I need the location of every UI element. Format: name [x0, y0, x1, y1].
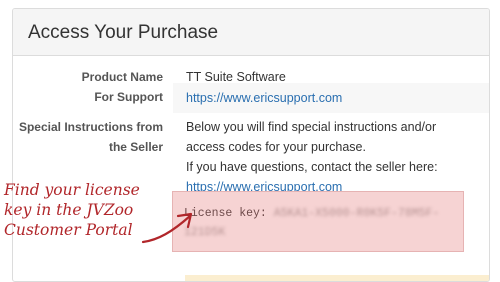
contact-text: If you have questions, contact the selle…: [186, 160, 438, 174]
license-key-value-line1[interactable]: A5KA1-X5000-R0K5F-78M5F-: [274, 207, 440, 220]
support-label: For Support: [94, 90, 163, 104]
panel-title: Access Your Purchase: [28, 22, 219, 43]
annotation-line1: Find your license: [4, 181, 140, 199]
support-link[interactable]: https://www.ericsupport.com: [186, 91, 342, 105]
product-name-label: Product Name: [81, 70, 163, 84]
bottom-notice-strip: [185, 275, 489, 281]
instructions-label-line1: Special Instructions from: [18, 120, 163, 134]
annotation-arrow-icon: [141, 212, 193, 244]
license-key-box: License key: A5KA1-X5000-R0K5F-78M5F- 12…: [172, 191, 464, 252]
panel-header: Access Your Purchase: [13, 9, 489, 56]
instructions-text: Below you will find special instructions…: [186, 117, 476, 197]
instructions-label: Special Instructions from the Seller: [13, 117, 163, 157]
instructions-label-line2: the Seller: [108, 140, 163, 154]
instructions-paragraph: Below you will find special instructions…: [186, 120, 437, 154]
support-value: https://www.ericsupport.com: [173, 83, 489, 113]
